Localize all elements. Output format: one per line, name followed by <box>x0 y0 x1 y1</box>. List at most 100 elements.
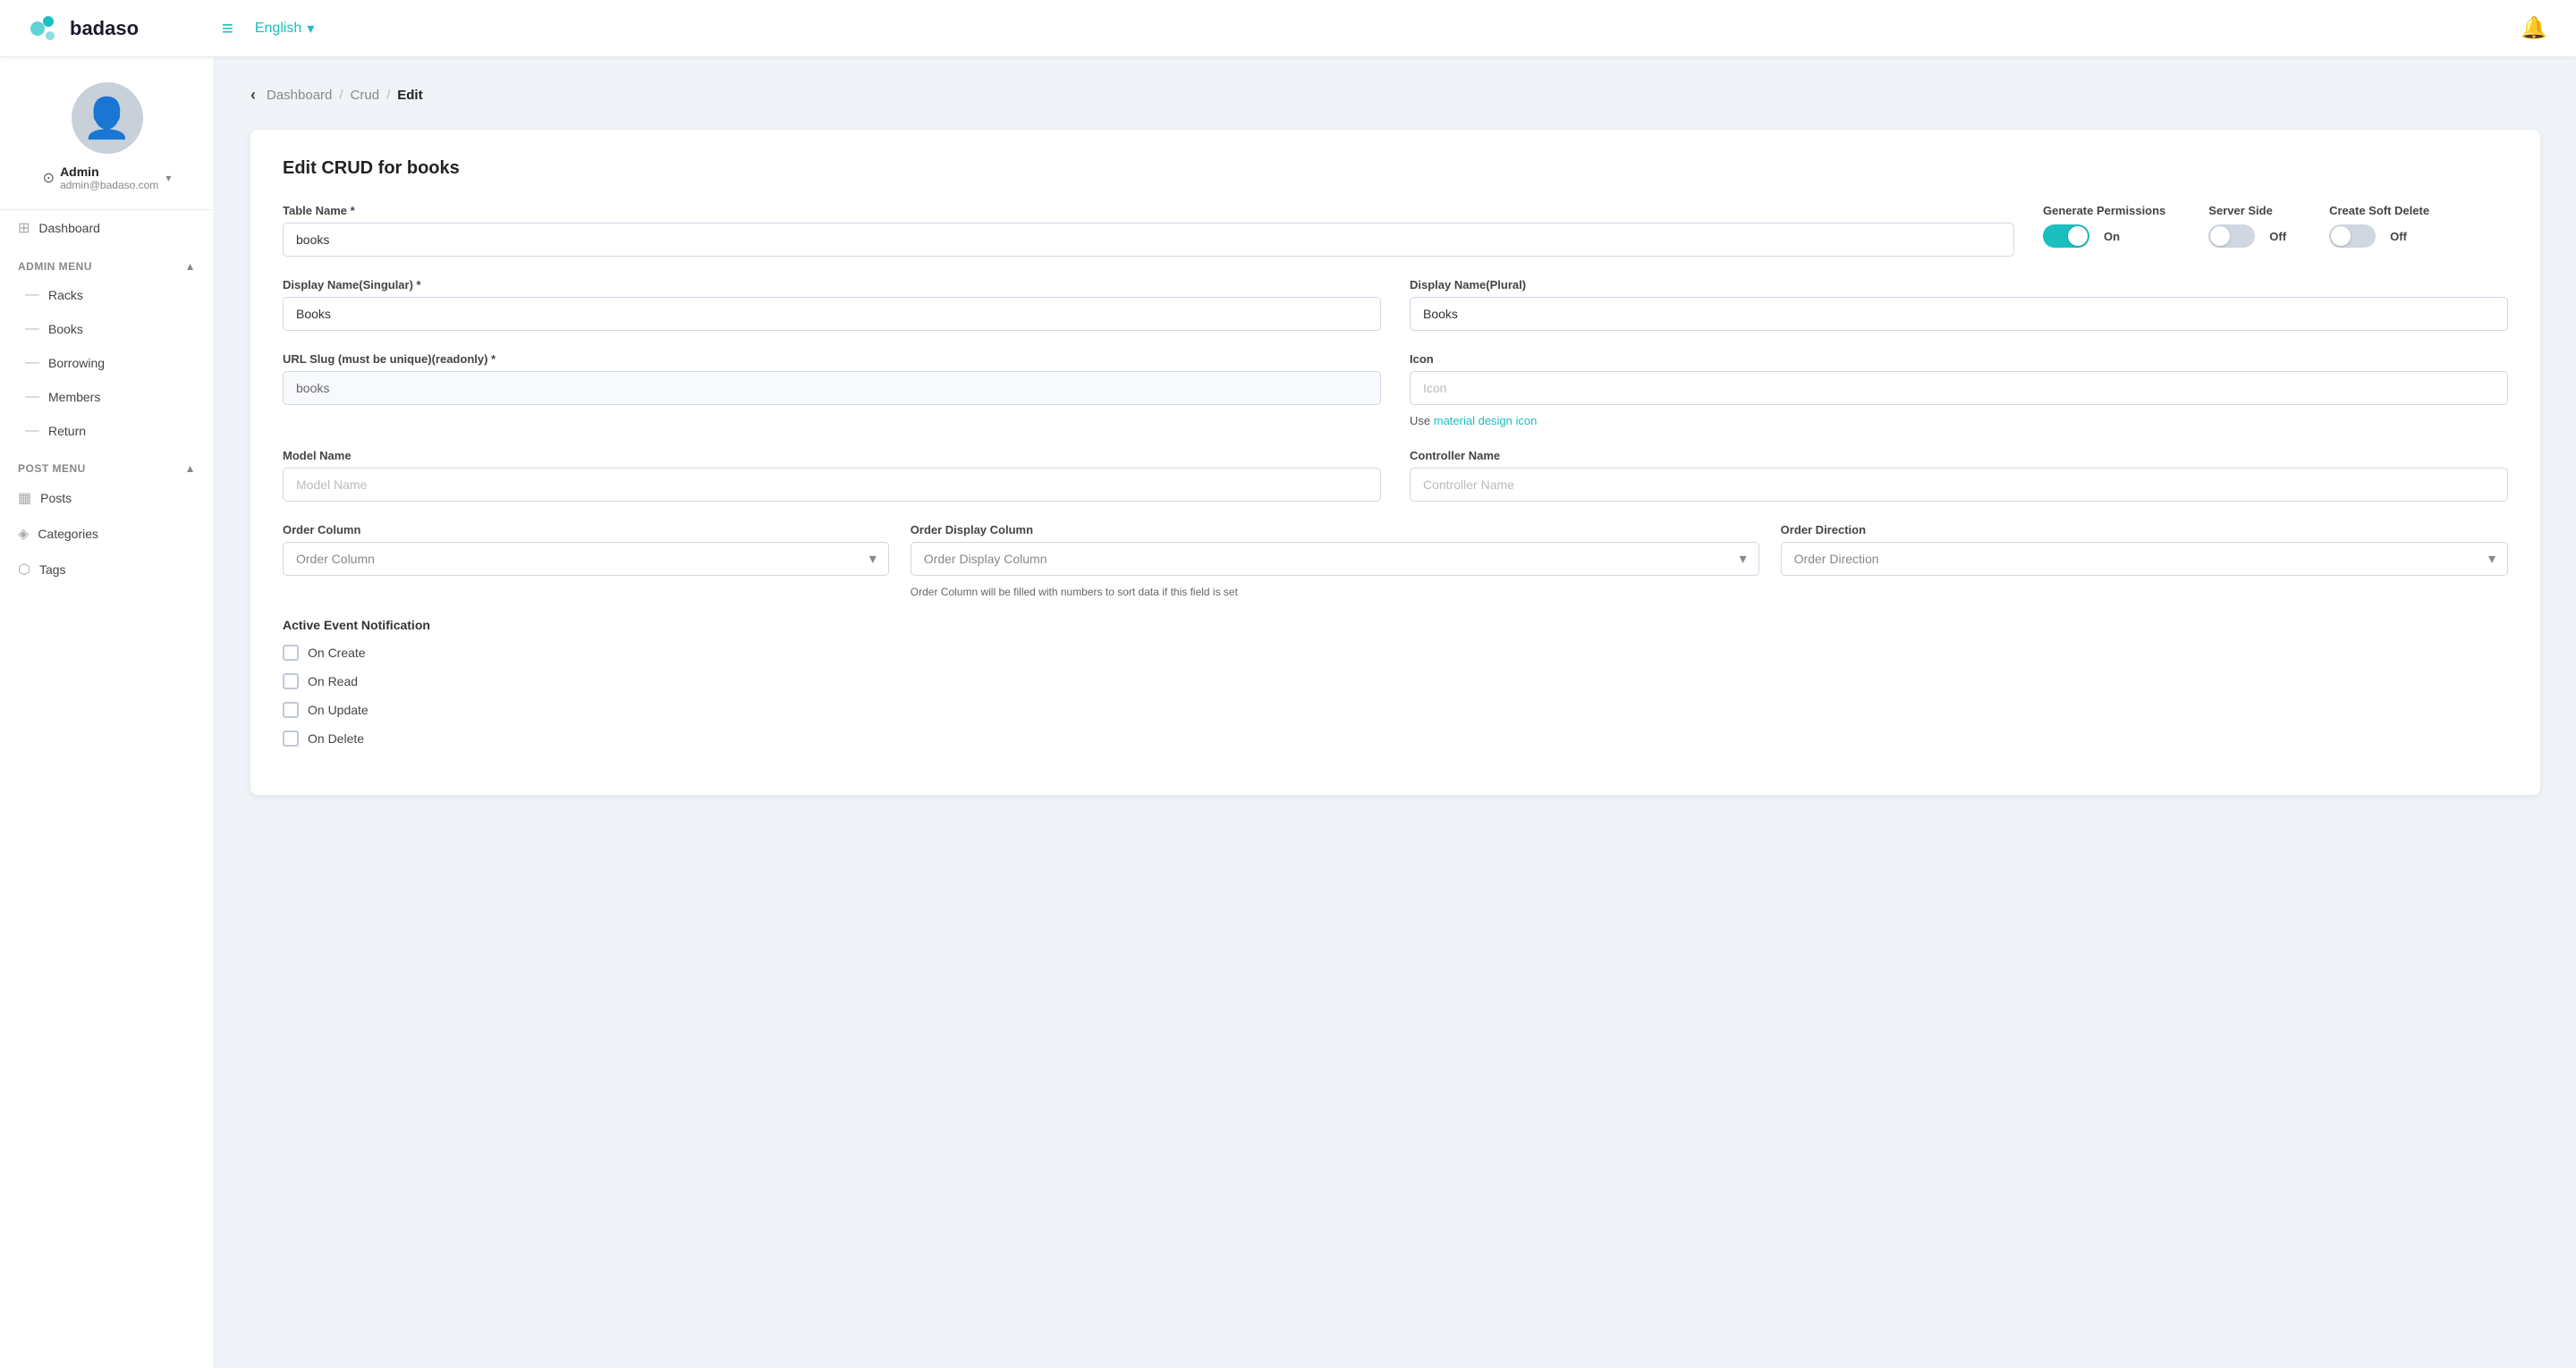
sidebar-item-tags[interactable]: ⬡ Tags <box>0 552 214 587</box>
table-name-input[interactable] <box>283 223 2014 257</box>
url-slug-group: URL Slug (must be unique)(readonly) * <box>283 352 1381 405</box>
icon-input[interactable] <box>1410 371 2508 405</box>
order-helper-text: Order Column will be filled with numbers… <box>911 585 1759 600</box>
language-selector[interactable]: English ▾ <box>255 20 315 38</box>
sidebar-user-info: Admin admin@badaso.com <box>60 165 158 191</box>
posts-icon: ▦ <box>18 489 31 507</box>
checkbox-on-delete[interactable]: On Delete <box>283 730 2508 747</box>
bell-icon: 🔔 <box>2521 16 2547 40</box>
sidebar-item-return[interactable]: — Return <box>0 414 214 448</box>
toggle-thumb <box>2068 226 2088 246</box>
generate-permissions-toggle[interactable] <box>2043 224 2089 248</box>
order-column-label: Order Column <box>283 523 889 536</box>
dash-icon: — <box>25 287 39 303</box>
sidebar-item-borrowing[interactable]: — Borrowing <box>0 346 214 380</box>
sidebar-item-categories[interactable]: ◈ Categories <box>0 516 214 552</box>
server-side-label: Server Side <box>2208 204 2273 217</box>
checkbox-on-delete-box[interactable] <box>283 730 299 747</box>
breadcrumb-current: Edit <box>397 88 422 103</box>
admin-menu-chevron[interactable]: ▲ <box>185 260 196 273</box>
icon-helper: Use material design icon <box>1410 414 2508 427</box>
material-design-icon-link[interactable]: material design icon <box>1434 414 1538 427</box>
order-column-group: Order Column Order Column ▾ <box>283 523 889 576</box>
order-direction-select[interactable]: Order Direction <box>1781 542 2508 576</box>
display-name-singular-input[interactable] <box>283 297 1381 331</box>
checkbox-on-create-box[interactable] <box>283 645 299 661</box>
checkbox-on-create[interactable]: On Create <box>283 645 2508 661</box>
model-name-label: Model Name <box>283 449 1381 462</box>
checkbox-on-update[interactable]: On Update <box>283 702 2508 718</box>
user-chevron-icon: ▾ <box>165 172 171 184</box>
hamburger-icon[interactable]: ≡ <box>222 17 233 40</box>
order-direction-label: Order Direction <box>1781 523 2508 536</box>
app-layout: 👤 ⊙ Admin admin@badaso.com ▾ ⊞ Dashboard… <box>0 57 2576 1368</box>
sidebar-item-label: Categories <box>38 527 98 541</box>
create-soft-delete-state: Off <box>2390 230 2407 243</box>
order-display-column-select-wrapper: Order Display Column ▾ <box>911 542 1759 576</box>
display-name-singular-label: Display Name(Singular) * <box>283 278 1381 291</box>
sidebar-item-label: Racks <box>48 288 83 302</box>
breadcrumb-dashboard[interactable]: Dashboard <box>267 88 332 103</box>
order-direction-group: Order Direction Order Direction ▾ <box>1781 523 2508 576</box>
toggle-thumb <box>2210 226 2230 246</box>
dash-icon: — <box>25 321 39 337</box>
header-right: 🔔 <box>2521 15 2547 41</box>
sidebar-user-name: Admin <box>60 165 158 179</box>
order-column-select[interactable]: Order Column <box>283 542 889 576</box>
event-notification-label: Active Event Notification <box>283 618 2508 632</box>
breadcrumb-crud[interactable]: Crud <box>351 88 380 103</box>
event-notification-section: Active Event Notification On Create On R… <box>283 618 2508 747</box>
order-display-column-select[interactable]: Order Display Column <box>911 542 1759 576</box>
sidebar-item-members[interactable]: — Members <box>0 380 214 414</box>
sidebar: 👤 ⊙ Admin admin@badaso.com ▾ ⊞ Dashboard… <box>0 57 215 1368</box>
create-soft-delete-label: Create Soft Delete <box>2329 204 2429 217</box>
create-soft-delete-toggle[interactable] <box>2329 224 2376 248</box>
notification-bell[interactable]: 🔔 <box>2521 15 2547 41</box>
post-menu-chevron[interactable]: ▲ <box>185 462 196 475</box>
logo-text: badaso <box>70 17 139 40</box>
order-display-column-label: Order Display Column <box>911 523 1759 536</box>
back-button[interactable]: ‹ <box>250 86 256 105</box>
card-title: Edit CRUD for books <box>283 158 2508 179</box>
checkbox-on-read[interactable]: On Read <box>283 673 2508 689</box>
sidebar-item-label: Posts <box>40 491 72 505</box>
sidebar-item-posts[interactable]: ▦ Posts <box>0 480 214 516</box>
main-content: ‹ Dashboard / Crud / Edit Edit CRUD for … <box>215 57 2576 1368</box>
chevron-down-icon: ▾ <box>307 20 314 38</box>
sidebar-item-dashboard[interactable]: ⊞ Dashboard <box>0 210 214 246</box>
table-name-group: Table Name * <box>283 204 2014 257</box>
breadcrumb-sep2: / <box>386 88 390 103</box>
dashboard-label: Dashboard <box>38 221 100 235</box>
row-slug-icon: URL Slug (must be unique)(readonly) * Ic… <box>283 352 2508 427</box>
avatar: 👤 <box>72 82 143 154</box>
checkbox-on-delete-label: On Delete <box>308 731 364 746</box>
sidebar-item-label: Members <box>48 390 100 404</box>
row-order: Order Column Order Column ▾ Order Displa… <box>283 523 2508 600</box>
icon-label: Icon <box>1410 352 2508 366</box>
header-middle: ≡ English ▾ <box>208 17 2521 40</box>
controller-name-label: Controller Name <box>1410 449 2508 462</box>
display-name-plural-label: Display Name(Plural) <box>1410 278 2508 291</box>
controller-name-input[interactable] <box>1410 468 2508 502</box>
url-slug-label: URL Slug (must be unique)(readonly) * <box>283 352 1381 366</box>
dash-icon: — <box>25 389 39 405</box>
logo-icon <box>29 13 61 45</box>
server-side-toggle[interactable] <box>2208 224 2255 248</box>
model-name-input[interactable] <box>283 468 1381 502</box>
user-circle-icon: ⊙ <box>43 169 55 187</box>
row-display-name: Display Name(Singular) * Display Name(Pl… <box>283 278 2508 331</box>
checkbox-on-read-box[interactable] <box>283 673 299 689</box>
server-side-state: Off <box>2269 230 2286 243</box>
checkbox-on-update-box[interactable] <box>283 702 299 718</box>
sidebar-item-label: Tags <box>39 562 66 577</box>
server-side-toggle-item: Server Side Off <box>2208 204 2286 248</box>
sidebar-avatar-area: 👤 ⊙ Admin admin@badaso.com ▾ <box>0 57 214 210</box>
breadcrumb: ‹ Dashboard / Crud / Edit <box>250 86 2540 105</box>
display-name-plural-input[interactable] <box>1410 297 2508 331</box>
sidebar-user-row[interactable]: ⊙ Admin admin@badaso.com ▾ <box>43 165 172 191</box>
sidebar-item-racks[interactable]: — Racks <box>0 278 214 312</box>
sidebar-item-books[interactable]: — Books <box>0 312 214 346</box>
sidebar-admin-menu-section: Admin Menu ▲ <box>0 246 214 278</box>
row-table-name: Table Name * Generate Permissions On <box>283 204 2508 257</box>
generate-permissions-state: On <box>2104 230 2120 243</box>
